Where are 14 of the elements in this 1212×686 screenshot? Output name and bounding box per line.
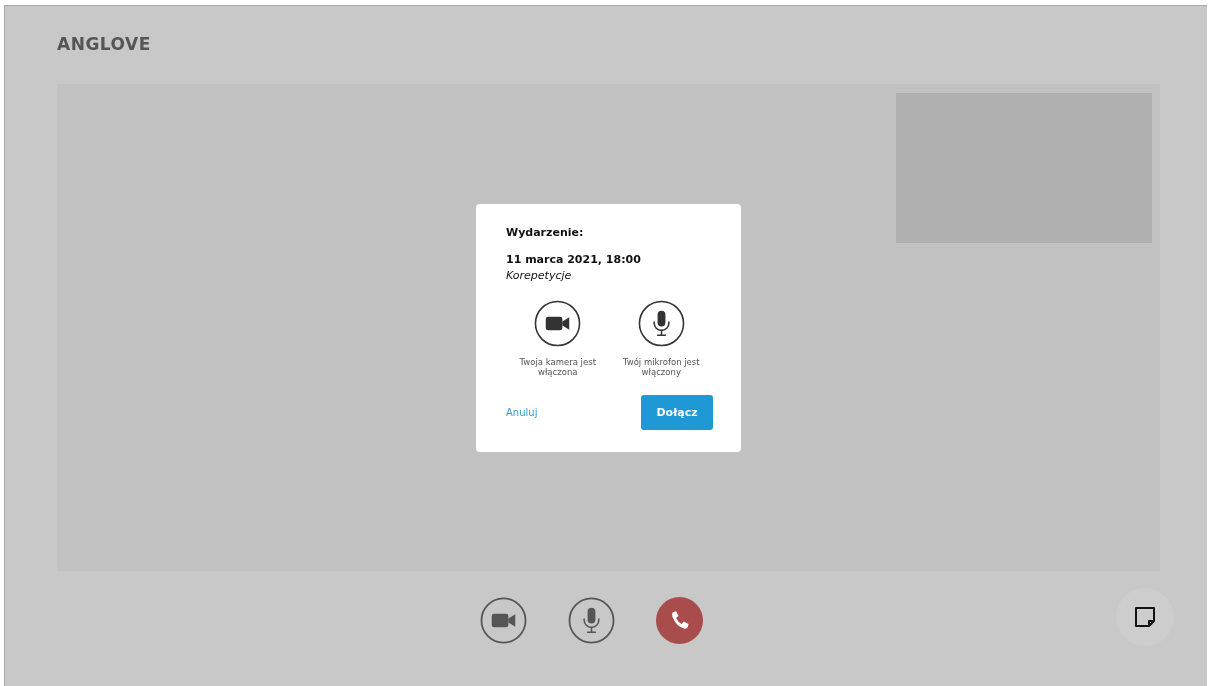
camera-toggle-button[interactable]	[479, 597, 527, 644]
join-button[interactable]: Dołącz	[641, 394, 713, 430]
microphone-icon[interactable]	[637, 299, 685, 347]
phone-button[interactable]	[655, 597, 703, 644]
event-date: 11 marca 2021, 18:00	[506, 252, 642, 266]
cancel-link[interactable]: Anuluj	[506, 406, 538, 418]
device-status: Twoja kamera jest włączona	[518, 356, 597, 377]
note-icon	[1134, 606, 1156, 628]
microphone-toggle-button[interactable]	[567, 597, 615, 644]
camera-icon[interactable]	[534, 299, 582, 347]
dialog-heading: Wydarzenie:	[506, 225, 585, 239]
brand-logo: ANGLOVE	[57, 34, 152, 56]
device-status: Twój mikrofon jest włączony	[621, 356, 701, 377]
event-name: Korepetycje	[506, 268, 573, 282]
